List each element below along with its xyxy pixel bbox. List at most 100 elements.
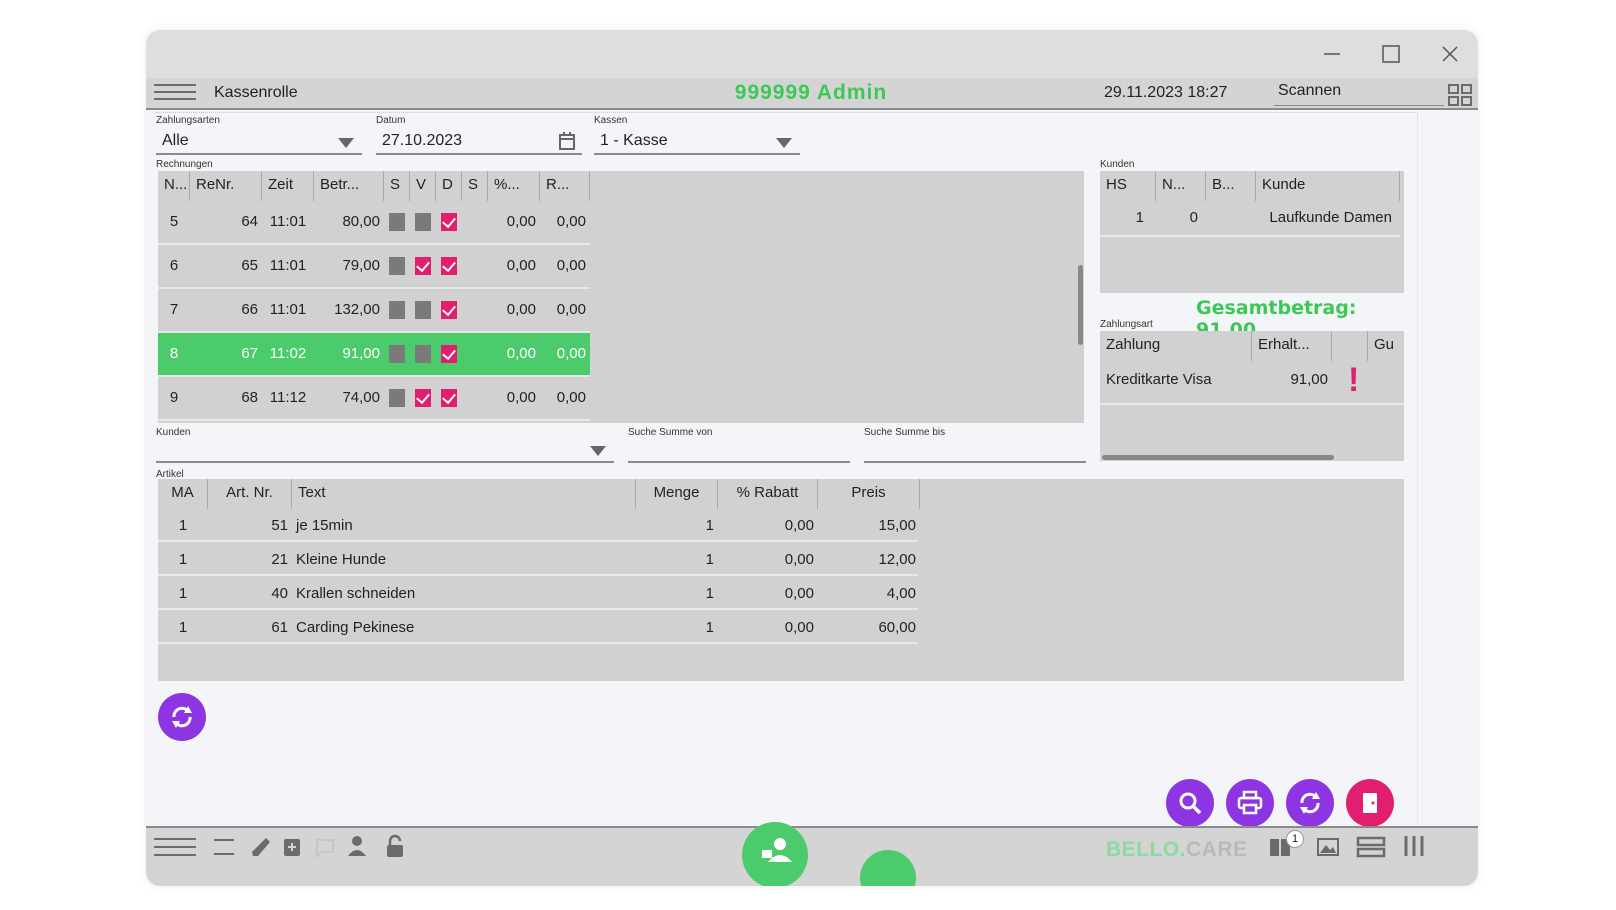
payment-col-gu[interactable]: Gu — [1368, 331, 1404, 361]
articles-col-ma[interactable]: MA — [158, 479, 208, 509]
customer-row[interactable]: 1 0 Laufkunde Damen — [1100, 201, 1400, 237]
bottom-bar: BELLO.CARE 1 — [146, 822, 1478, 886]
minimize-button[interactable] — [1316, 38, 1348, 70]
invoice-row[interactable]: 5 64 11:01 80,00 0,00 0,00 — [158, 201, 590, 245]
kassen-select[interactable]: 1 - Kasse — [594, 129, 800, 155]
phone-icon[interactable] — [250, 836, 272, 863]
rows-icon[interactable] — [1356, 836, 1386, 863]
invoices-col-v[interactable]: V — [410, 171, 436, 201]
refresh-button[interactable] — [1286, 779, 1334, 827]
articles-col-rabatt[interactable]: % Rabatt — [718, 479, 818, 509]
checkbox-d[interactable] — [441, 389, 457, 407]
checkbox-s[interactable] — [389, 345, 405, 363]
article-menge: 1 — [705, 551, 714, 568]
user-label: 999999 Admin — [734, 81, 888, 104]
checkbox-v[interactable] — [415, 213, 431, 231]
articles-col-menge[interactable]: Menge — [636, 479, 718, 509]
customers-col-n[interactable]: N... — [1156, 171, 1206, 201]
kunden-search-select[interactable] — [156, 437, 614, 463]
sync-button[interactable] — [158, 693, 206, 741]
search-button[interactable] — [1166, 779, 1214, 827]
scan-input[interactable]: Scannen — [1274, 80, 1444, 106]
rechnungen-label: Rechnungen — [156, 159, 213, 170]
invoices-col-betrag[interactable]: Betr... — [314, 171, 384, 201]
invoices-scrollbar[interactable] — [1078, 265, 1083, 345]
articles-col-preis[interactable]: Preis — [818, 479, 920, 509]
article-row[interactable]: 1 51 je 15min 1 0,00 15,00 — [158, 509, 918, 542]
checkbox-d[interactable] — [441, 345, 457, 363]
title-bar — [146, 30, 1478, 78]
menu-icon[interactable] — [154, 84, 196, 104]
print-icon — [1237, 790, 1263, 815]
invoices-col-renr[interactable]: ReNr. — [190, 171, 262, 201]
invoice-r: 0,00 — [556, 257, 586, 274]
article-row[interactable]: 1 61 Carding Pekinese 1 0,00 60,00 — [158, 611, 918, 644]
customers-col-hs[interactable]: HS — [1100, 171, 1156, 201]
checkbox-d[interactable] — [441, 257, 457, 275]
invoices-col-r[interactable]: R... — [540, 171, 590, 201]
invoices-col-s2[interactable]: S — [462, 171, 488, 201]
invoice-row[interactable]: 9 68 11:12 74,00 0,00 0,00 — [158, 377, 590, 421]
checkbox-s[interactable] — [389, 301, 405, 319]
checkbox-d[interactable] — [441, 213, 457, 231]
invoices-col-pct[interactable]: %... — [488, 171, 540, 201]
top-bar: Kassenrolle 999999 Admin 29.11.2023 18:2… — [146, 78, 1478, 110]
zahlungsarten-select[interactable]: Alle — [156, 129, 362, 155]
payment-col-empty[interactable] — [1332, 331, 1368, 361]
invoices-col-n[interactable]: N... — [158, 171, 190, 201]
articles-col-artnr[interactable]: Art. Nr. — [208, 479, 292, 509]
datum-value: 27.10.2023 — [382, 132, 463, 149]
customers-col-kunde[interactable]: Kunde — [1256, 171, 1400, 201]
maximize-button[interactable] — [1375, 38, 1407, 70]
payment-col-zahlung[interactable]: Zahlung — [1100, 331, 1252, 361]
list-icon[interactable] — [212, 836, 236, 863]
checkbox-v[interactable] — [415, 345, 431, 363]
invoice-row[interactable]: 6 65 11:01 79,00 0,00 0,00 — [158, 245, 590, 289]
print-button[interactable] — [1226, 779, 1274, 827]
article-row[interactable]: 1 21 Kleine Hunde 1 0,00 12,00 — [158, 543, 918, 576]
articles-col-text[interactable]: Text — [292, 479, 636, 509]
person-icon[interactable] — [346, 834, 368, 863]
article-row[interactable]: 1 40 Krallen schneiden 1 0,00 4,00 — [158, 577, 918, 610]
invoice-n: 9 — [169, 389, 179, 406]
payment-col-erhalten[interactable]: Erhalt... — [1252, 331, 1332, 361]
kassen-value: 1 - Kasse — [600, 132, 668, 149]
summe-von-input[interactable] — [628, 437, 850, 463]
payment-row[interactable]: Kreditkarte Visa 91,00 ! — [1100, 361, 1404, 405]
checkbox-d[interactable] — [441, 301, 457, 319]
invoice-row[interactable]: 7 66 11:01 132,00 0,00 0,00 — [158, 289, 590, 333]
chat-icon[interactable] — [314, 836, 336, 863]
columns-icon[interactable] — [1402, 834, 1426, 863]
checkbox-s[interactable] — [389, 389, 405, 407]
invoice-row[interactable]: 8 67 11:02 91,00 0,00 0,00 — [158, 333, 590, 377]
invoices-col-zeit[interactable]: Zeit — [262, 171, 314, 201]
calendar-icon[interactable] — [558, 131, 576, 151]
checkbox-v[interactable] — [415, 389, 431, 407]
close-button[interactable] — [1434, 38, 1466, 70]
exit-button[interactable] — [1346, 779, 1394, 827]
customers-table: HS N... B... Kunde 1 0 Laufkunde Damen — [1100, 171, 1404, 293]
grid-icon[interactable] — [1448, 84, 1472, 106]
article-artnr: 51 — [271, 517, 288, 534]
payment-received: 91,00 — [1290, 371, 1328, 388]
image-icon[interactable] — [1316, 836, 1340, 863]
menu-icon[interactable] — [154, 836, 196, 863]
article-ma: 1 — [178, 517, 188, 534]
payment-scrollbar[interactable] — [1102, 455, 1334, 460]
checkbox-v[interactable] — [415, 301, 431, 319]
customers-col-b[interactable]: B... — [1206, 171, 1256, 201]
summe-bis-input[interactable] — [864, 437, 1086, 463]
customer-name: Laufkunde Damen — [1269, 209, 1392, 226]
contact-add-icon[interactable] — [282, 836, 304, 863]
checkbox-s[interactable] — [389, 213, 405, 231]
checkbox-v[interactable] — [415, 257, 431, 275]
kassen-label: Kassen — [594, 115, 628, 126]
lock-icon[interactable] — [384, 834, 406, 863]
article-text: je 15min — [296, 517, 353, 534]
checkbox-s[interactable] — [389, 257, 405, 275]
invoices-col-s[interactable]: S — [384, 171, 410, 201]
center-action-button[interactable] — [742, 822, 808, 886]
invoices-col-d[interactable]: D — [436, 171, 462, 201]
datum-field[interactable]: 27.10.2023 — [376, 129, 582, 155]
secondary-action-button[interactable] — [860, 850, 916, 886]
